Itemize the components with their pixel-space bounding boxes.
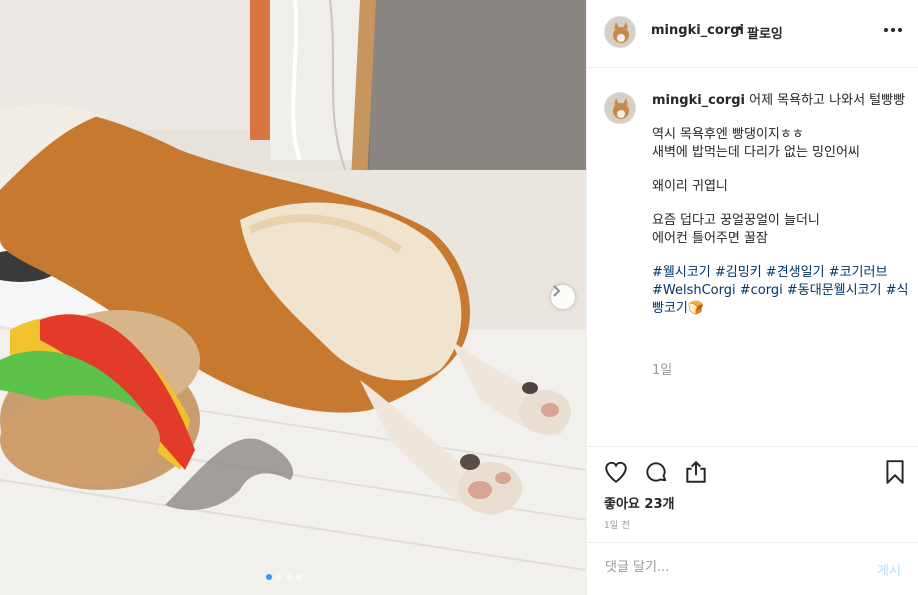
caption-avatar[interactable] xyxy=(604,92,636,124)
caption-line: 새벽에 밥먹는데 다리가 없는 밍인어씨 xyxy=(652,145,860,160)
likes-count[interactable]: 좋아요 23개 xyxy=(604,493,674,512)
post-caption: mingki_corgi 어제 목욕하고 나와서 털빵빵 역시 목욕후엔 빵댕이… xyxy=(652,92,910,318)
share-icon xyxy=(686,460,706,483)
following-button[interactable]: 팔로잉 xyxy=(747,23,783,42)
post-side-panel: mingki_corgi • 팔로잉 mingki_corgi 어제 목욕하고 … xyxy=(586,0,918,595)
carousel-indicator xyxy=(266,574,302,580)
save-button[interactable] xyxy=(884,459,906,489)
comment-bar: 게시 xyxy=(587,542,918,595)
comment-button[interactable] xyxy=(643,459,669,489)
post-header: mingki_corgi • 팔로잉 xyxy=(587,0,918,68)
hashtag-link[interactable]: #코기러브 xyxy=(829,265,888,280)
actions-divider xyxy=(587,446,918,448)
carousel-dot xyxy=(276,574,282,580)
separator-dot: • xyxy=(736,22,744,37)
like-button[interactable] xyxy=(603,459,629,489)
chevron-right-icon xyxy=(553,285,561,297)
instagram-post: mingki_corgi • 팔로잉 mingki_corgi 어제 목욕하고 … xyxy=(0,0,918,595)
caption-username[interactable]: mingki_corgi xyxy=(652,93,745,108)
post-comment-button[interactable]: 게시 xyxy=(877,560,901,579)
caption-line: 에어컨 틀어주면 꿀잠 xyxy=(652,231,768,246)
carousel-dot xyxy=(266,574,272,580)
corgi-photo-illustration xyxy=(0,0,586,595)
post-timestamp[interactable]: 1일 전 xyxy=(604,518,630,531)
caption-line: 역시 목욕후엔 빵댕이지ㅎㅎ xyxy=(652,127,804,142)
hashtag-link[interactable]: #WelshCorgi xyxy=(652,283,736,298)
hashtag-link[interactable]: #견생일기 xyxy=(766,265,825,280)
caption-hashtags: #웰시코기 #김밍키 #견생일기 #코기러브 #WelshCorgi #corg… xyxy=(652,264,910,318)
post-photo[interactable] xyxy=(0,0,586,595)
carousel-dot xyxy=(296,574,302,580)
caption-line: 요즘 덥다고 꿍얼꿍얼이 늘더니 xyxy=(652,213,820,228)
comment-input[interactable] xyxy=(603,559,857,576)
hashtag-link[interactable]: #동대문웰시코기 xyxy=(787,283,882,298)
avatar-image xyxy=(605,93,635,123)
caption-line: 왜이리 귀엽니 xyxy=(652,179,728,194)
hashtag-link[interactable]: #김밍키 xyxy=(715,265,762,280)
hashtag-link[interactable]: #웰시코기 xyxy=(652,265,711,280)
avatar-image xyxy=(605,17,635,47)
post-username[interactable]: mingki_corgi xyxy=(651,23,744,38)
comment-bubble-icon xyxy=(646,462,667,482)
caption-timestamp[interactable]: 1일 xyxy=(652,359,672,378)
caption-first-line: 어제 목욕하고 나와서 털빵빵 xyxy=(749,93,906,108)
bookmark-icon xyxy=(886,460,904,484)
next-image-button[interactable] xyxy=(551,285,575,309)
hashtag-link[interactable]: #corgi xyxy=(740,283,783,298)
heart-icon xyxy=(605,461,627,483)
avatar[interactable] xyxy=(604,16,636,48)
carousel-dot xyxy=(286,574,292,580)
bread-emoji: 🍞 xyxy=(687,301,705,316)
more-options-icon[interactable] xyxy=(884,28,902,32)
share-button[interactable] xyxy=(683,459,709,489)
